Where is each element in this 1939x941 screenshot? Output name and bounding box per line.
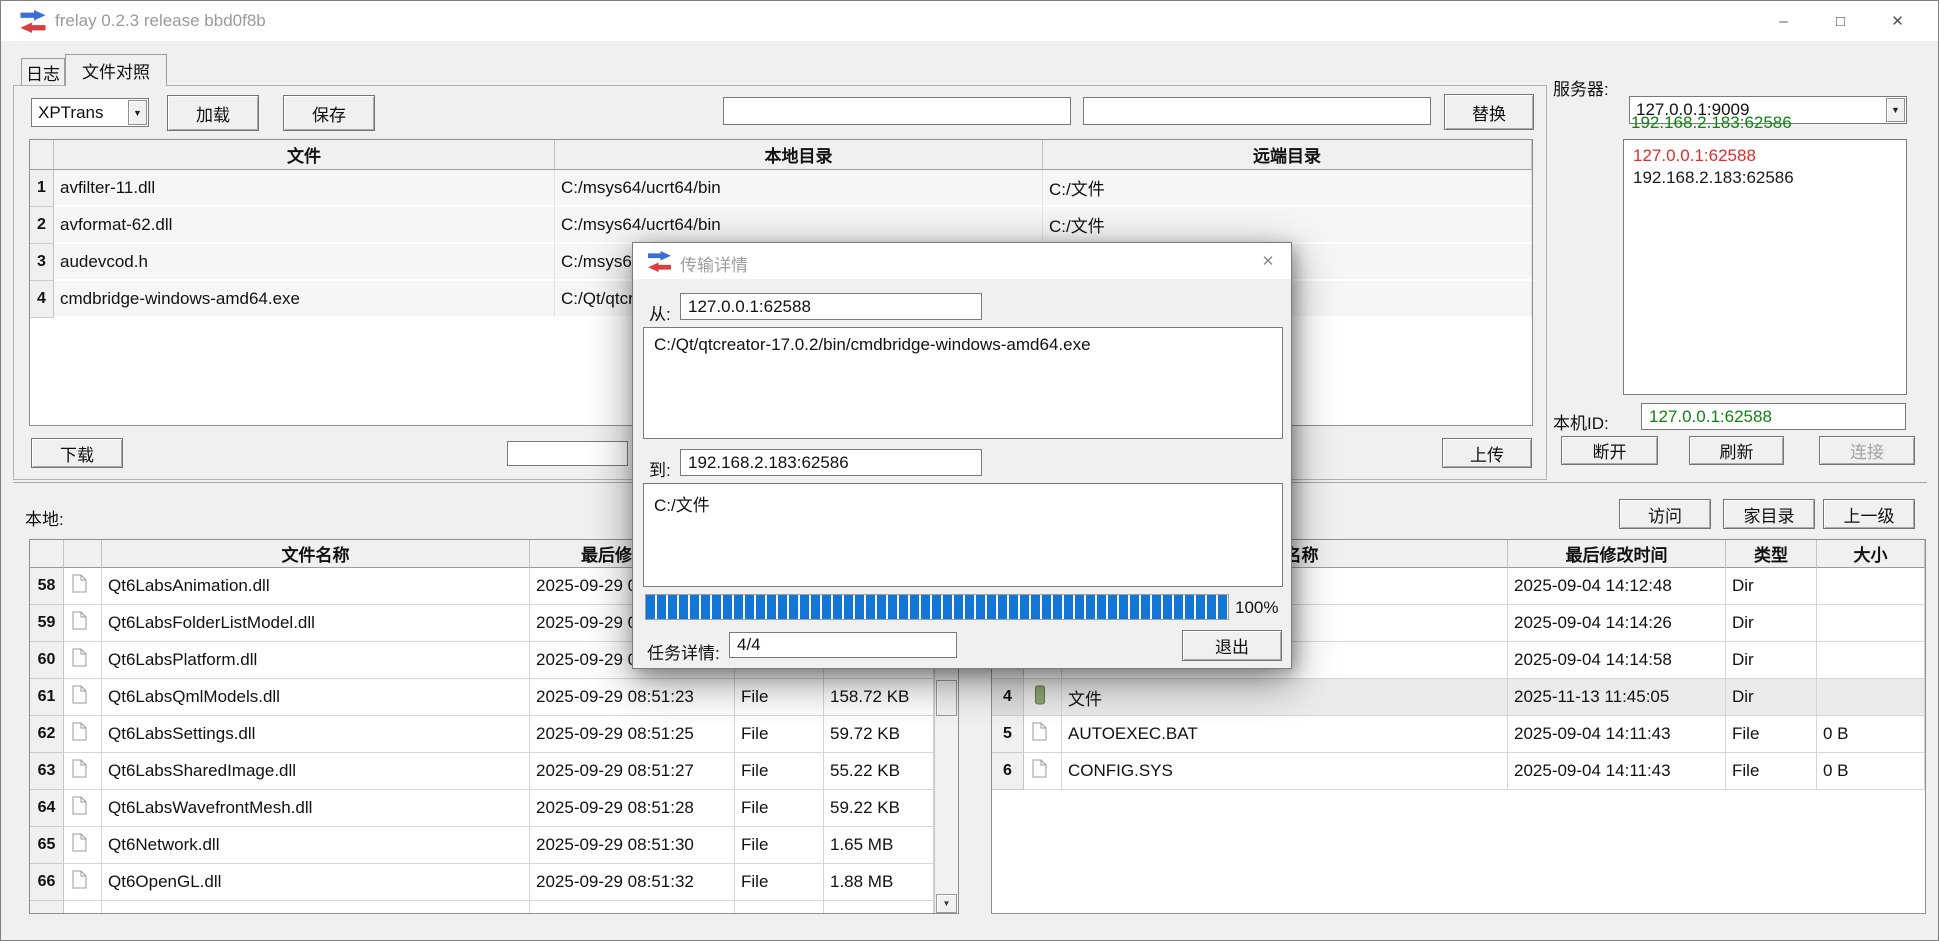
scroll-down-icon[interactable]: ▼ (936, 894, 957, 913)
table-row[interactable]: 6 CONFIG.SYS 2025-09-04 14:11:43 File 0 … (992, 753, 1925, 790)
minimize-button[interactable]: – (1761, 1, 1806, 41)
col-header-mtime[interactable]: 最后修改时间 (1508, 540, 1726, 568)
table-row[interactable]: 63 Qt6LabsSharedImage.dll 2025-09-29 08:… (30, 753, 958, 790)
file-icon (72, 574, 87, 598)
table-row[interactable]: 66 Qt6OpenGL.dll 2025-09-29 08:51:32 Fil… (30, 864, 958, 901)
save-button[interactable]: 保存 (283, 95, 375, 131)
queue-input[interactable] (507, 441, 628, 466)
to-id-input[interactable] (680, 449, 982, 476)
title-bar: frelay 0.2.3 release bbd0f8b – □ ✕ (1, 1, 1938, 41)
from-label: 从: (649, 300, 671, 325)
tab-log[interactable]: 日志 (21, 58, 65, 85)
task-detail-input[interactable] (729, 632, 957, 658)
local-id-label: 本机ID: (1553, 409, 1609, 434)
maximize-button[interactable]: □ (1818, 1, 1863, 41)
find-input[interactable] (723, 97, 1071, 125)
replace-input[interactable] (1083, 97, 1431, 125)
table-row[interactable]: 1 avfilter-11.dll C:/msys64/ucrt64/bin C… (30, 170, 1532, 207)
from-path-box[interactable]: C:/Qt/qtcreator-17.0.2/bin/cmdbridge-win… (643, 327, 1283, 439)
col-header-size[interactable]: 大小 (1817, 540, 1925, 568)
close-button[interactable]: ✕ (1875, 1, 1920, 41)
app-window: frelay 0.2.3 release bbd0f8b – □ ✕ 日志 文件… (0, 0, 1939, 941)
app-logo-icon (19, 9, 47, 39)
app-logo-icon (647, 250, 672, 278)
connected-peer-label: 192.168.2.183:62586 (1631, 113, 1792, 133)
corner-header (30, 140, 54, 170)
chevron-down-icon[interactable]: ▼ (128, 100, 147, 125)
col-header-file[interactable]: 文件 (54, 140, 555, 170)
local-id-field[interactable]: 127.0.0.1:62588 (1641, 403, 1906, 430)
list-item[interactable]: 127.0.0.1:62588 (1624, 145, 1906, 167)
dialog-close-icon[interactable]: ✕ (1245, 243, 1291, 279)
file-icon (72, 833, 87, 857)
file-icon (72, 759, 87, 783)
file-icon (72, 611, 87, 635)
profile-select[interactable]: XPTrans ▼ (31, 98, 149, 127)
connect-button[interactable]: 连接 (1819, 436, 1915, 465)
table-row[interactable]: 65 Qt6Network.dll 2025-09-29 08:51:30 Fi… (30, 827, 958, 864)
chevron-down-icon[interactable]: ▼ (1886, 98, 1905, 122)
file-icon (72, 796, 87, 820)
col-header-name[interactable]: 文件名称 (102, 540, 530, 568)
from-id-input[interactable] (680, 293, 982, 320)
dialog-title-bar: 传输详情 ✕ (633, 243, 1291, 279)
file-icon (72, 685, 87, 709)
dialog-title: 传输详情 (680, 251, 748, 276)
visit-button[interactable]: 访问 (1619, 499, 1711, 529)
table-row[interactable] (30, 901, 958, 914)
table-row[interactable]: 64 Qt6LabsWavefrontMesh.dll 2025-09-29 0… (30, 790, 958, 827)
file-icon (1032, 722, 1047, 746)
table-row[interactable]: 61 Qt6LabsQmlModels.dll 2025-09-29 08:51… (30, 679, 958, 716)
load-button[interactable]: 加载 (167, 95, 259, 131)
server-label: 服务器: (1553, 75, 1609, 100)
home-dir-button[interactable]: 家目录 (1723, 499, 1815, 529)
file-icon (72, 722, 87, 746)
transfer-details-dialog: 传输详情 ✕ 从: C:/Qt/qtcreator-17.0.2/bin/cmd… (632, 242, 1292, 669)
to-path-box[interactable]: C:/文件 (643, 483, 1283, 587)
progress-fill (646, 595, 1228, 619)
table-row[interactable]: 62 Qt6LabsSettings.dll 2025-09-29 08:51:… (30, 716, 958, 753)
replace-button[interactable]: 替换 (1444, 94, 1534, 130)
to-label: 到: (649, 456, 671, 481)
file-icon (72, 870, 87, 894)
progress-percent: 100% (1235, 598, 1278, 618)
upload-button[interactable]: 上传 (1442, 438, 1532, 468)
exit-button[interactable]: 退出 (1182, 630, 1282, 661)
task-detail-label: 任务详情: (647, 639, 720, 664)
scrollbar-thumb[interactable] (936, 680, 957, 716)
up-dir-button[interactable]: 上一级 (1823, 499, 1915, 529)
tab-file-compare[interactable]: 文件对照 (65, 54, 167, 86)
file-icon (1032, 759, 1047, 783)
disconnect-button[interactable]: 断开 (1561, 436, 1658, 465)
window-title: frelay 0.2.3 release bbd0f8b (55, 11, 266, 31)
table-row[interactable]: 2 avformat-62.dll C:/msys64/ucrt64/bin C… (30, 207, 1532, 244)
refresh-button[interactable]: 刷新 (1689, 436, 1784, 465)
list-item[interactable]: 192.168.2.183:62586 (1624, 167, 1906, 189)
download-button[interactable]: 下载 (31, 438, 123, 468)
peer-list: 127.0.0.1:62588 192.168.2.183:62586 (1623, 139, 1907, 395)
table-row[interactable]: 5 AUTOEXEC.BAT 2025-09-04 14:11:43 File … (992, 716, 1925, 753)
col-header-type[interactable]: 类型 (1726, 540, 1817, 568)
col-header-local-dir[interactable]: 本地目录 (555, 140, 1043, 170)
table-row-selected[interactable]: 4 文件 2025-11-13 11:45:05 Dir (992, 679, 1925, 716)
local-path-label: 本地: (25, 505, 64, 530)
transfer-progress-bar (645, 594, 1229, 620)
file-icon (72, 648, 87, 672)
col-header-remote-dir[interactable]: 远端目录 (1043, 140, 1532, 170)
folder-icon (1034, 685, 1046, 710)
